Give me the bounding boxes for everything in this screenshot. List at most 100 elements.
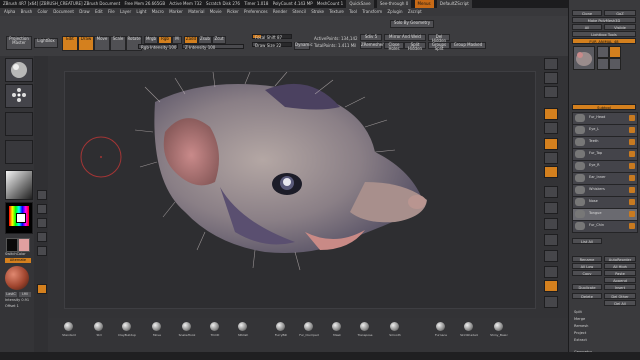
eye-icon[interactable]: [629, 199, 635, 205]
groups-split-button[interactable]: Groups Split: [428, 42, 450, 51]
goz-button[interactable]: GoZ: [604, 10, 636, 16]
xyz-button[interactable]: [544, 152, 558, 164]
z-intensity-slider[interactable]: Z Intensity 100: [182, 44, 244, 50]
lfill-button[interactable]: Lfill: [19, 292, 31, 297]
zadd-button[interactable]: Zadd: [184, 36, 198, 44]
material-ball-icon[interactable]: [464, 322, 473, 331]
quicksave-button[interactable]: QuickSave: [346, 0, 374, 8]
eye-icon[interactable]: [629, 223, 635, 229]
del-hidden-button[interactable]: Del Hidden: [428, 34, 450, 43]
material-ball-icon[interactable]: [64, 322, 73, 331]
zremesher-button[interactable]: ZRemesher: [360, 42, 384, 49]
make-polymesh-button[interactable]: Make PolyMesh3D: [572, 17, 636, 23]
polymesh-tool-icon[interactable]: [609, 46, 621, 58]
menu-item[interactable]: File: [108, 9, 115, 14]
del-other-button[interactable]: Del Other: [604, 293, 636, 299]
material-ball-icon[interactable]: [182, 322, 191, 331]
project-menu[interactable]: Project: [574, 331, 586, 335]
material-ball-icon[interactable]: [360, 322, 369, 331]
zoom-button[interactable]: [544, 72, 558, 84]
seethrough-slider[interactable]: See-through 0: [376, 0, 412, 8]
current-tool-name[interactable]: FUR_ANIMAL_48: [572, 38, 636, 44]
sphere-tool-icon[interactable]: [597, 46, 609, 58]
menu-item[interactable]: Edit: [95, 9, 103, 14]
remesh-menu[interactable]: Remesh: [574, 324, 588, 328]
switchcolor-label[interactable]: SwitchColor: [5, 252, 26, 256]
menu-item[interactable]: Alpha: [4, 9, 15, 14]
menu-item[interactable]: Material: [188, 9, 204, 14]
insert-button[interactable]: Insert: [604, 284, 636, 290]
menu-item[interactable]: Macro: [152, 9, 164, 14]
copy-button[interactable]: Copy: [572, 270, 602, 276]
clone-button[interactable]: Clone: [572, 10, 602, 16]
alternate-button[interactable]: Alternate: [5, 258, 31, 263]
linefill-button[interactable]: [544, 234, 558, 246]
rotate3d-button[interactable]: [544, 218, 558, 230]
lightbox-button[interactable]: LightBox: [34, 38, 58, 48]
persp-button[interactable]: [544, 108, 558, 120]
material-ball-icon[interactable]: [94, 322, 103, 331]
material-ball-icon[interactable]: [238, 322, 247, 331]
merge-menu[interactable]: Merge: [574, 317, 585, 321]
eye-icon[interactable]: [629, 175, 635, 181]
subtool-item[interactable]: Fur_Chin: [572, 220, 638, 233]
close-holes-button[interactable]: Close Holes: [384, 42, 404, 51]
main-color-swatch[interactable]: [6, 238, 18, 252]
material-ball-icon[interactable]: [276, 322, 285, 331]
dynamic-button[interactable]: Dynamic: [294, 42, 313, 50]
material-ball-icon[interactable]: [494, 322, 503, 331]
frame-button[interactable]: [544, 166, 558, 178]
projection-master-button[interactable]: Projection Master: [6, 36, 32, 50]
mini-button[interactable]: [37, 218, 47, 228]
split-hidden-button[interactable]: Split Hidden: [404, 42, 426, 51]
lastc-button[interactable]: LastC: [5, 292, 17, 297]
eye-icon[interactable]: [629, 211, 635, 217]
secondary-color-swatch[interactable]: [18, 238, 30, 252]
mini-button[interactable]: [37, 190, 47, 200]
duplicate-button[interactable]: Duplicate: [572, 284, 602, 290]
script-button[interactable]: DefaultZScript: [436, 0, 472, 8]
menus-button[interactable]: Menus: [414, 0, 434, 8]
menu-item[interactable]: Render: [273, 9, 287, 14]
transp-button[interactable]: [544, 266, 558, 278]
menu-item[interactable]: Zplugin: [387, 9, 402, 14]
material-ball-icon[interactable]: [152, 322, 161, 331]
menu-item[interactable]: Preferences: [244, 9, 268, 14]
mirror-weld-button[interactable]: Mirror And Weld: [384, 34, 426, 41]
solo-button[interactable]: [544, 296, 558, 308]
alpha-thumbnail[interactable]: [5, 112, 33, 136]
menu-item[interactable]: Document: [53, 9, 74, 14]
menu-item[interactable]: Draw: [79, 9, 89, 14]
delete-button[interactable]: Delete: [572, 293, 602, 299]
lightbulb-icon[interactable]: [37, 284, 47, 294]
m-button[interactable]: M: [172, 36, 182, 44]
floor-button[interactable]: [544, 122, 558, 134]
menu-item[interactable]: Tool: [349, 9, 357, 14]
material-ball-icon[interactable]: [390, 322, 399, 331]
eye-icon[interactable]: [629, 163, 635, 169]
focal-shift-slider[interactable]: Focal Shift 87: [252, 34, 292, 40]
rgb-intensity-slider[interactable]: Rgb Intensity 100: [138, 44, 178, 50]
mrgb-button[interactable]: Mrgb: [144, 36, 158, 44]
mini-button[interactable]: [37, 204, 47, 214]
color-picker[interactable]: [5, 202, 33, 234]
material-ball-icon[interactable]: [332, 322, 341, 331]
zcut-button[interactable]: Zcut: [212, 36, 226, 44]
menu-item[interactable]: Light: [136, 9, 146, 14]
menu-item[interactable]: Zscript: [408, 9, 422, 14]
extract-menu[interactable]: Extract: [574, 338, 587, 342]
tool-thumbnail-main[interactable]: [573, 46, 595, 70]
scroll-button[interactable]: [544, 58, 558, 70]
menu-item[interactable]: Brush: [21, 9, 33, 14]
menu-item[interactable]: Stencil: [292, 9, 306, 14]
all-high-button[interactable]: All High: [604, 263, 636, 269]
material-ball-icon[interactable]: [210, 322, 219, 331]
texture-thumbnail[interactable]: [5, 140, 33, 164]
append-button[interactable]: Append: [604, 277, 636, 283]
menu-item[interactable]: Stroke: [311, 9, 324, 14]
mini-button[interactable]: [37, 232, 47, 242]
menu-item[interactable]: Transform: [362, 9, 382, 14]
zsub-button[interactable]: Zsub: [198, 36, 212, 44]
draw-size-slider[interactable]: Draw Size 22: [252, 42, 292, 48]
stroke-thumbnail[interactable]: [5, 84, 33, 108]
